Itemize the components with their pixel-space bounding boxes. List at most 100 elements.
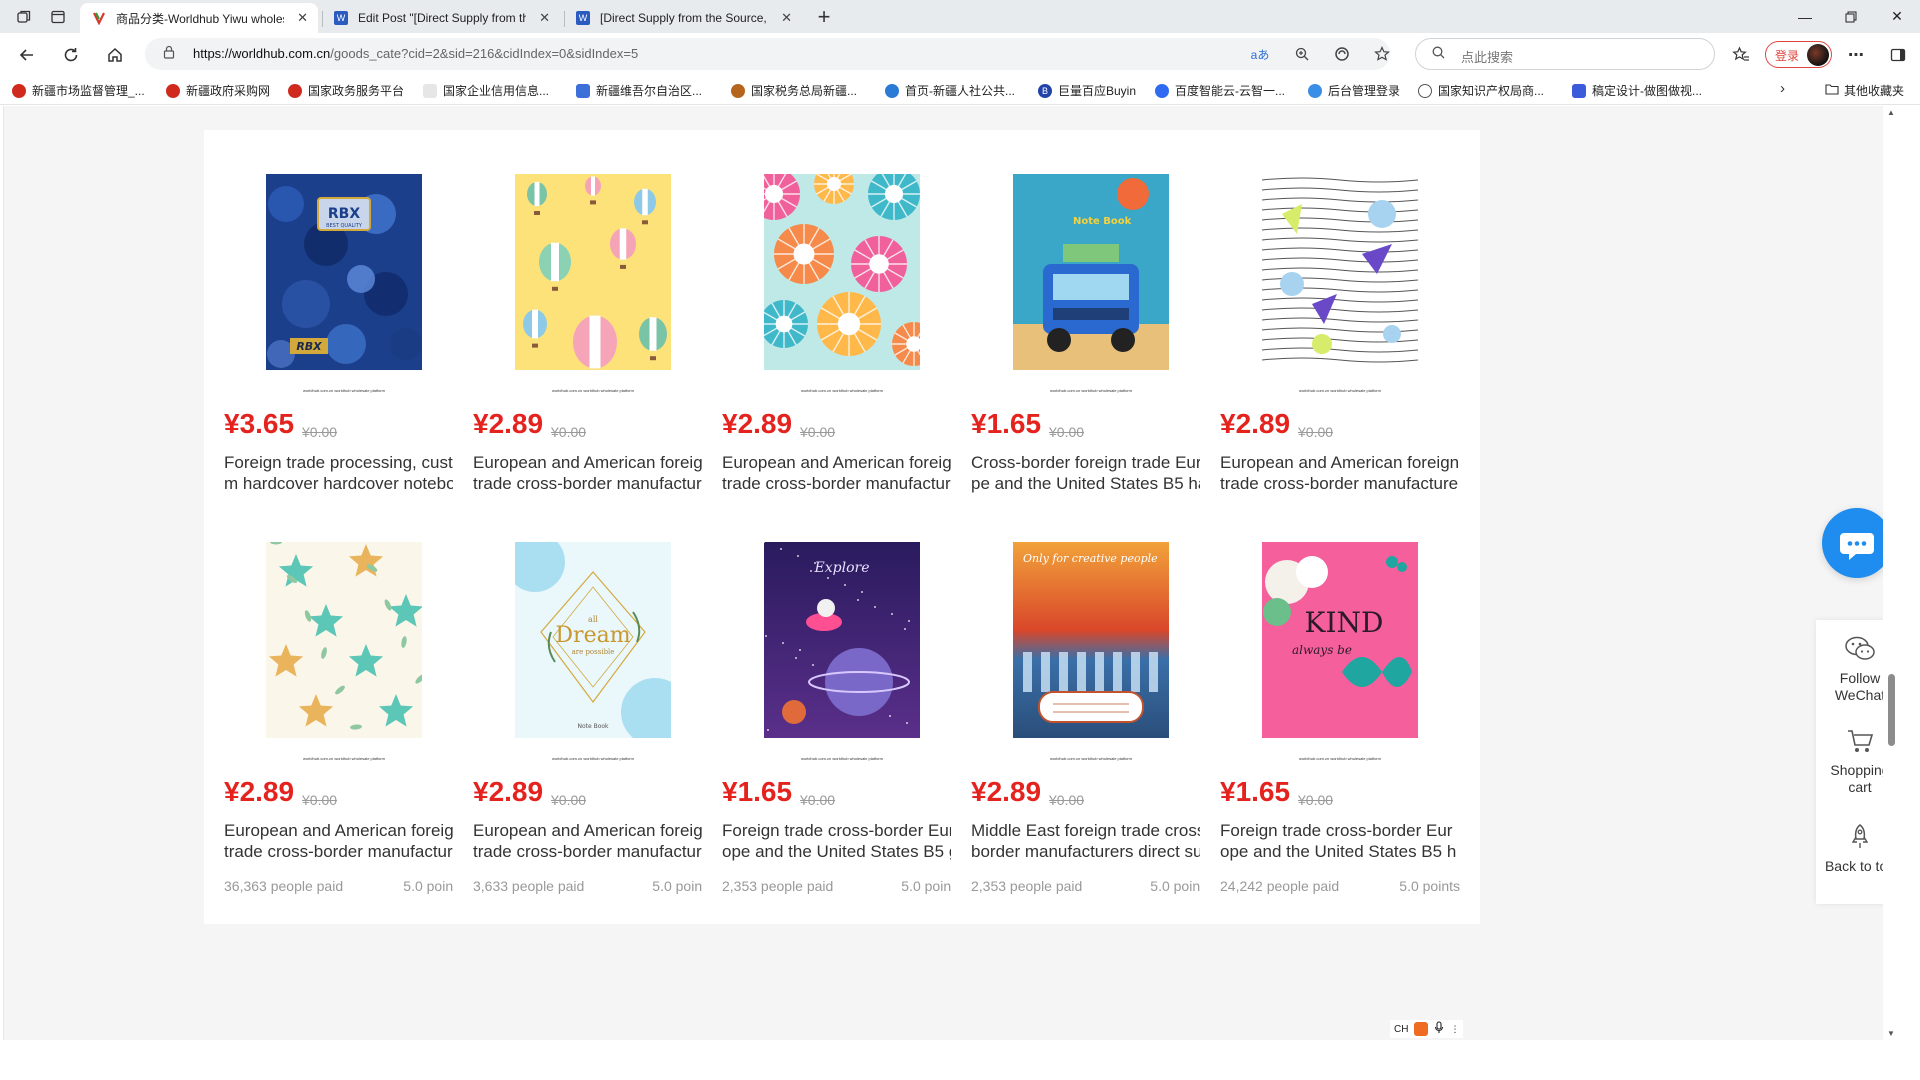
tab-title: 商品分类-Worldhub Yiwu wholesa <box>116 11 284 26</box>
scrollbar-thumb[interactable] <box>1888 674 1895 746</box>
refresh-button[interactable] <box>57 41 85 69</box>
product-card[interactable]: worldhub.com.cn worldhub wholesale platf… <box>453 130 733 556</box>
sales-count: 24,242 people paid <box>1220 878 1340 894</box>
tab-edit-post[interactable]: W Edit Post "[Direct Supply from the ✕ <box>322 3 560 33</box>
bookmark-item[interactable]: 后台管理登录 <box>1308 82 1400 99</box>
product-card[interactable]: worldhub.com.cn worldhub wholesale platf… <box>204 498 484 924</box>
translate-icon[interactable]: aあ <box>1250 44 1270 64</box>
chevron-right-icon[interactable]: › <box>1780 80 1785 97</box>
new-tab-button[interactable]: + <box>810 3 838 31</box>
home-button[interactable] <box>101 41 129 69</box>
sales-count: 2,353 people paid <box>722 878 834 894</box>
product-card[interactable]: all Dream are possible Note Book worldhub.co… <box>453 498 733 924</box>
restore-button[interactable] <box>1828 0 1874 33</box>
product-title[interactable]: European and American foreign trade cros… <box>224 820 464 862</box>
close-window-button[interactable]: ✕ <box>1874 0 1920 33</box>
back-button[interactable] <box>13 41 41 69</box>
image-watermark: worldhub.com.cn worldhub wholesale platf… <box>551 388 635 393</box>
follow-wechat-label: Follow WeChat <box>1834 670 1886 703</box>
product-card[interactable]: RBX BEST QUALITY RBX worldhub.com.cn worldh… <box>204 130 484 556</box>
chat-button[interactable] <box>1822 508 1892 578</box>
sales-count: 2,353 people paid <box>971 878 1083 894</box>
product-image[interactable] <box>1262 174 1418 370</box>
scroll-down-arrow-icon[interactable]: ▼ <box>1887 1029 1895 1038</box>
wordpress-favicon-icon: W <box>576 11 590 25</box>
original-price: ¥0.00 <box>1049 424 1085 440</box>
product-title[interactable]: Foreign trade cross-border Europe and th… <box>1220 820 1460 862</box>
close-tab-icon[interactable]: ✕ <box>539 10 550 26</box>
bookmark-item[interactable]: 国家税务总局新疆... <box>731 82 857 99</box>
bookmark-item[interactable]: 首页-新疆人社公共... <box>885 82 1015 99</box>
original-price: ¥0.00 <box>800 792 836 808</box>
ime-options-icon[interactable]: ⋮ <box>1450 1024 1459 1035</box>
tab-worldhub[interactable]: 商品分类-Worldhub Yiwu wholesa ✕ <box>80 3 318 33</box>
favorite-star-icon[interactable] <box>1372 44 1392 64</box>
product-card[interactable]: Note Book worldhub.com.cn worldhub wholes… <box>951 130 1231 556</box>
product-title[interactable]: European and American foreign trade cros… <box>1220 452 1460 494</box>
product-title[interactable]: European and American foreign trade cros… <box>473 820 713 862</box>
page-scrollbar[interactable]: ▲ ▼ <box>1883 106 1900 1040</box>
bookmark-item[interactable]: 国家企业信用信息... <box>423 82 549 99</box>
product-image[interactable]: RBX BEST QUALITY RBX <box>266 174 422 370</box>
product-card[interactable]: worldhub.com.cn worldhub wholesale platf… <box>702 130 982 556</box>
sidebar-toggle-icon[interactable] <box>1884 41 1912 69</box>
bookmark-item[interactable]: 国家政务服务平台 <box>288 82 404 99</box>
product-title[interactable]: European and American foreign trade cros… <box>473 452 713 494</box>
bookmark-item[interactable]: 新疆市场监督管理_... <box>12 82 145 99</box>
product-image[interactable] <box>266 542 422 738</box>
original-price: ¥0.00 <box>800 424 836 440</box>
product-title[interactable]: Cross-border foreign trade Europe and th… <box>971 452 1211 494</box>
tab-actions-icon[interactable] <box>44 3 72 31</box>
ime-language-label: CH <box>1394 1023 1409 1035</box>
close-tab-icon[interactable]: ✕ <box>781 10 792 26</box>
tab-direct-supply[interactable]: W [Direct Supply from the Source, H ✕ <box>564 3 802 33</box>
product-price: ¥3.65 <box>224 408 295 439</box>
product-price: ¥2.89 <box>224 776 295 807</box>
close-tab-icon[interactable]: ✕ <box>297 10 308 26</box>
browser-search-box[interactable]: 点此搜索 <box>1415 38 1715 70</box>
tab-title: [Direct Supply from the Source, H <box>600 11 768 25</box>
more-menu-icon[interactable]: ⋯ <box>1842 41 1870 69</box>
original-price: ¥0.00 <box>1298 792 1334 808</box>
bookmark-item[interactable]: 稿定设计-做图做视... <box>1572 82 1702 99</box>
workspaces-icon[interactable] <box>10 3 38 31</box>
product-image[interactable]: KIND always be <box>1262 542 1418 738</box>
product-image[interactable]: Note Book <box>1013 174 1169 370</box>
ime-indicator[interactable]: CH ⋮ <box>1390 1020 1464 1038</box>
bookmark-item[interactable]: 百度智能云-云智一... <box>1155 82 1285 99</box>
globe-icon <box>1418 83 1432 98</box>
product-title[interactable]: Foreign trade processing, custom hardcov… <box>224 452 464 494</box>
bookmark-item[interactable]: B 巨量百应Buyin <box>1038 82 1136 99</box>
product-image[interactable]: Explore <box>764 542 920 738</box>
original-price: ¥0.00 <box>1298 424 1334 440</box>
product-image[interactable] <box>515 174 671 370</box>
product-title[interactable]: Foreign trade cross-border Europe and th… <box>722 820 962 862</box>
login-button[interactable]: 登录 <box>1765 41 1832 68</box>
svg-text:RBX: RBX <box>328 206 360 222</box>
scroll-up-arrow-icon[interactable]: ▲ <box>1887 108 1895 117</box>
product-title[interactable]: European and American foreign trade cros… <box>722 452 962 494</box>
product-title[interactable]: Middle East foreign trade cross-border m… <box>971 820 1211 862</box>
read-aloud-icon[interactable] <box>1332 44 1352 64</box>
address-bar[interactable]: https://worldhub.com.cn/goods_cate?cid=2… <box>145 38 1390 70</box>
bookmarks-bar: 新疆市场监督管理_... 新疆政府采购网 国家政务服务平台 国家企业信用信息..… <box>0 75 1920 105</box>
product-card[interactable]: Explore worldhub.com.cn worldhub wholesal… <box>702 498 982 924</box>
product-card[interactable]: KIND always be worldhub.com.cn worldhub wh… <box>1200 498 1480 924</box>
bookmark-item[interactable]: 新疆维吾尔自治区... <box>576 82 702 99</box>
minimize-button[interactable]: — <box>1782 0 1828 33</box>
bookmark-item[interactable]: 新疆政府采购网 <box>166 82 270 99</box>
favorites-icon[interactable] <box>1727 41 1755 69</box>
product-image[interactable] <box>764 174 920 370</box>
bookmark-item[interactable]: 国家知识产权局商... <box>1418 82 1544 99</box>
microphone-icon[interactable] <box>1434 1021 1444 1037</box>
product-image[interactable]: all Dream are possible Note Book <box>515 542 671 738</box>
lock-icon[interactable] <box>163 45 175 62</box>
other-favorites[interactable]: 其他收藏夹 <box>1825 82 1904 99</box>
url-text[interactable]: https://worldhub.com.cn/goods_cate?cid=2… <box>193 46 638 61</box>
bookmark-label: 稿定设计-做图做视... <box>1592 84 1702 98</box>
product-image[interactable]: Only for creative people <box>1013 542 1169 738</box>
emblem-icon <box>12 83 26 98</box>
zoom-icon[interactable] <box>1292 44 1312 64</box>
product-card[interactable]: Only for creative people worldhub.com.cn … <box>951 498 1231 924</box>
product-card[interactable]: worldhub.com.cn worldhub wholesale platf… <box>1200 130 1480 556</box>
